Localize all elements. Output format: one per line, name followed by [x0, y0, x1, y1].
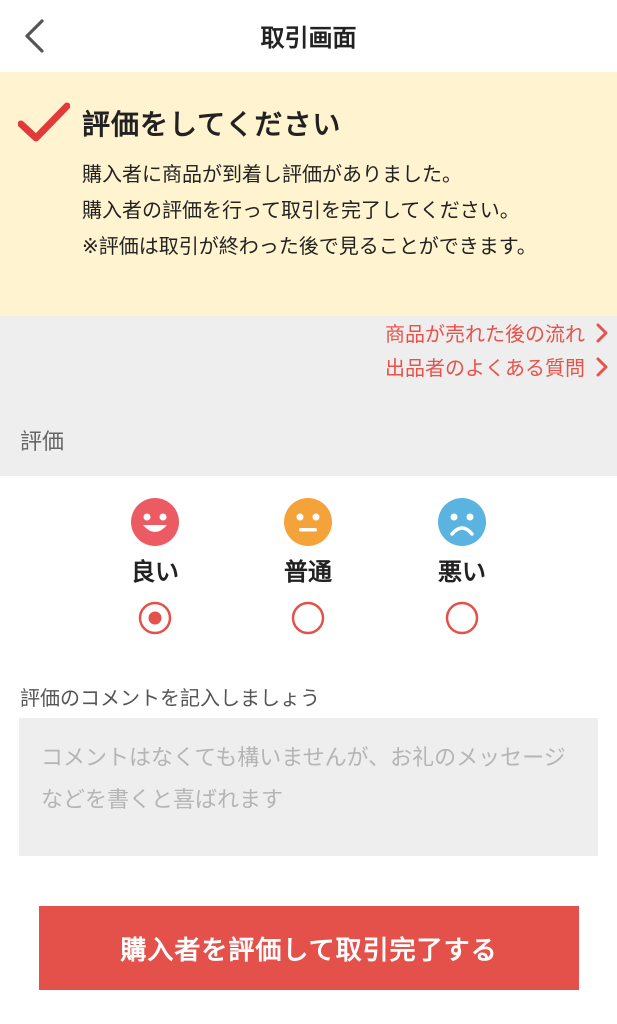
neutral-face-icon [284, 498, 332, 546]
notice-line: ※評価は取引が終わった後で見ることができます。 [82, 234, 537, 258]
rating-option-good[interactable]: 良い [100, 498, 210, 635]
seller-faq-link[interactable]: 出品者のよくある質問 [385, 352, 609, 381]
top-bar: 取引画面 [0, 0, 617, 72]
notice-line: 購入者に商品が到着し評価がありました。 [82, 162, 462, 186]
checkmark-icon [18, 102, 70, 142]
comment-label: 評価のコメントを記入しましょう [20, 686, 320, 710]
radio-unselected[interactable] [291, 601, 325, 635]
radio-selected[interactable] [138, 601, 172, 635]
sad-face-icon [438, 498, 486, 546]
rating-label: 良い [131, 558, 179, 586]
page-title: 取引画面 [260, 24, 357, 52]
flow-after-sale-link[interactable]: 商品が売れた後の流れ [385, 318, 609, 347]
radio-unselected[interactable] [445, 601, 479, 635]
link-label: 商品が売れた後の流れ [385, 322, 585, 346]
rating-section-label: 評価 [20, 430, 65, 455]
rating-label: 悪い [438, 558, 486, 586]
chevron-right-icon [596, 357, 608, 376]
link-label: 出品者のよくある質問 [385, 356, 585, 380]
smile-face-icon [131, 498, 179, 546]
notice-line: 購入者の評価を行って取引を完了してください。 [82, 198, 520, 222]
comment-textarea[interactable] [19, 718, 598, 856]
rating-option-bad[interactable]: 悪い [407, 498, 517, 635]
rating-label: 普通 [284, 558, 332, 586]
notice-heading: 評価をしてください [82, 108, 342, 141]
complete-transaction-button[interactable]: 購入者を評価して取引完了する [39, 906, 579, 990]
notice-body: 購入者に商品が到着し評価がありました。 購入者の評価を行って取引を完了してくださ… [82, 156, 592, 264]
rating-option-normal[interactable]: 普通 [253, 498, 363, 635]
chevron-right-icon [596, 323, 608, 342]
